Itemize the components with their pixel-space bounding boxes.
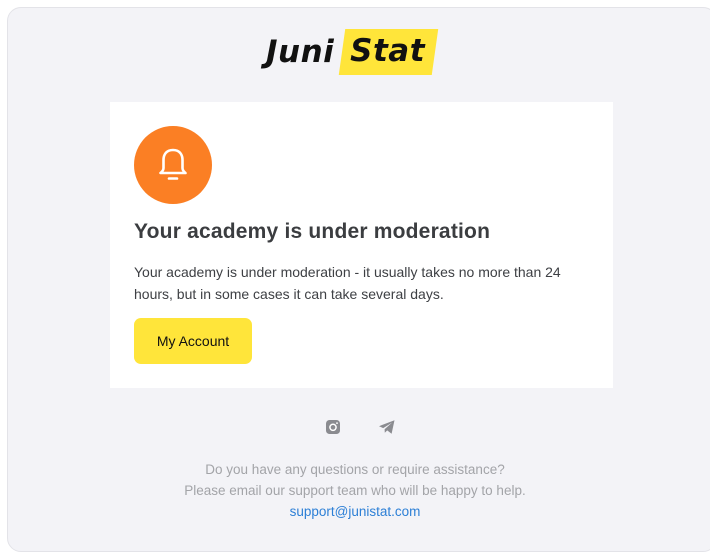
logo-text-juni: Juni xyxy=(266,34,335,70)
support-email-link[interactable]: support@junistat.com xyxy=(290,504,421,519)
support-footer: Do you have any questions or require ass… xyxy=(0,459,710,522)
message-line-2: hours, but in some cases it can take sev… xyxy=(134,286,444,302)
instagram-icon xyxy=(326,420,340,434)
logo-text-stat: Stat xyxy=(350,33,426,69)
junistat-logo[interactable]: Juni Stat xyxy=(266,29,439,75)
footer-line-1: Do you have any questions or require ass… xyxy=(205,462,505,477)
moderation-message: Your academy is under moderation - it us… xyxy=(134,261,594,305)
message-line-1: Your academy is under moderation - it us… xyxy=(134,264,561,280)
my-account-button[interactable]: My Account xyxy=(134,318,252,364)
social-links xyxy=(318,414,402,440)
logo-text-stat-badge: Stat xyxy=(339,29,439,75)
instagram-link[interactable] xyxy=(318,414,348,440)
footer-line-2: Please email our support team who will b… xyxy=(184,483,526,498)
telegram-icon xyxy=(379,420,395,434)
bell-icon xyxy=(159,148,187,180)
bell-icon-badge xyxy=(134,126,212,204)
telegram-link[interactable] xyxy=(372,414,402,440)
page-title: Your academy is under moderation xyxy=(134,220,491,243)
notification-card: Your academy is under moderation Your ac… xyxy=(110,102,613,388)
